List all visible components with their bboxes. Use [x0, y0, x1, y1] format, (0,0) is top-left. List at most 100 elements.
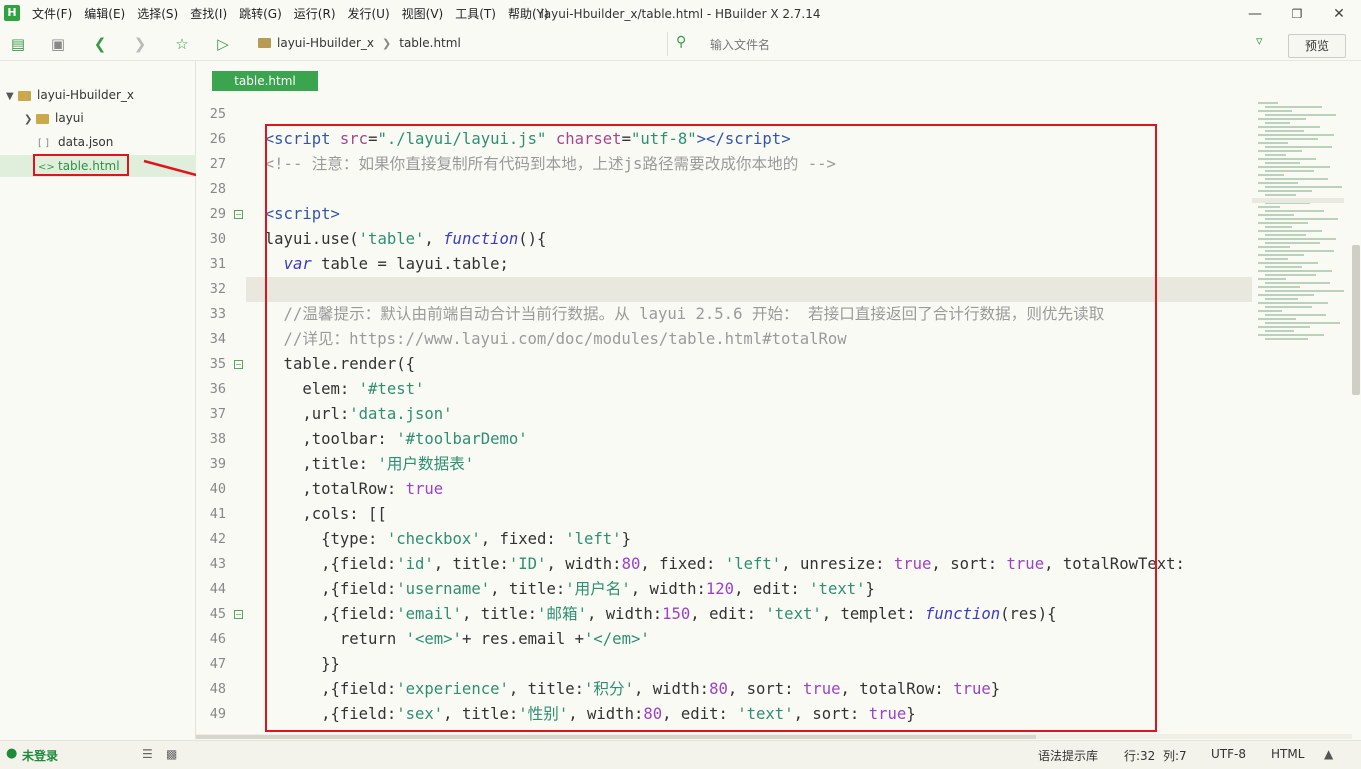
code-line[interactable]: }}	[246, 652, 340, 677]
code-line[interactable]: //详见：https://www.layui.com/doc/modules/t…	[246, 327, 847, 352]
bookmark-star-icon[interactable]: ☆	[172, 34, 192, 54]
filter-icon[interactable]: ▿	[1256, 34, 1263, 49]
minimap-line	[1258, 270, 1332, 272]
menu-find[interactable]: 查找(I)	[184, 0, 233, 28]
line-number: 45	[209, 606, 226, 622]
horizontal-scroll-thumb[interactable]	[196, 735, 1036, 739]
code-line[interactable]: ,{field:'email', title:'邮箱', width:150, …	[246, 602, 1056, 627]
minimap-line	[1265, 314, 1326, 316]
preview-button[interactable]: 预览	[1288, 34, 1346, 58]
restore-icon[interactable]: ❐	[1276, 0, 1318, 28]
encoding[interactable]: UTF-8	[1211, 747, 1246, 761]
menu-goto[interactable]: 跳转(G)	[233, 0, 288, 28]
forward-icon[interactable]: ❯	[130, 34, 150, 54]
menu-tools[interactable]: 工具(T)	[449, 0, 502, 28]
folder-icon	[18, 90, 31, 101]
line-number: 32	[209, 281, 226, 297]
code-line[interactable]: //温馨提示：默认由前端自动合计当前行数据。从 layui 2.5.6 开始： …	[246, 302, 1105, 327]
code-line[interactable]: layui.use('table', function(){	[246, 227, 547, 252]
minimap-line	[1258, 230, 1322, 232]
code-area[interactable]: <script src="./layui/layui.js" charset="…	[246, 96, 1252, 734]
minimap-line	[1265, 330, 1294, 332]
notification-bell-icon[interactable]: ▲	[1324, 747, 1333, 761]
minimap[interactable]	[1252, 96, 1344, 734]
minimap-line	[1265, 250, 1334, 252]
menu-select[interactable]: 选择(S)	[131, 0, 184, 28]
breadcrumb: layui-Hbuilder_x ❯ table.html	[258, 36, 461, 50]
menu-publish[interactable]: 发行(U)	[342, 0, 396, 28]
minimap-line	[1258, 182, 1298, 184]
line-number: 47	[209, 656, 226, 672]
line-number: 43	[209, 556, 226, 572]
vertical-scroll-thumb[interactable]	[1352, 245, 1360, 395]
fold-toggle-icon[interactable]: −	[234, 210, 243, 219]
fold-toggle-icon[interactable]: −	[234, 610, 243, 619]
cursor-position[interactable]: 行:32 列:7	[1124, 747, 1187, 764]
line-number: 38	[209, 431, 226, 447]
minimap-line	[1258, 110, 1292, 112]
line-number: 40	[209, 481, 226, 497]
console-icon[interactable]: ▩	[166, 747, 177, 761]
code-line[interactable]: elem: '#test'	[246, 377, 424, 402]
code-line[interactable]: ,{field:'id', title:'ID', width:80, fixe…	[246, 552, 1194, 577]
code-line[interactable]: <script>	[246, 202, 340, 227]
code-line[interactable]: ,{field:'experience', title:'积分', width:…	[246, 677, 1000, 702]
minimap-line	[1258, 214, 1294, 216]
minimap-line	[1258, 118, 1306, 120]
new-file-icon[interactable]: ▤	[8, 34, 28, 54]
back-icon[interactable]: ❮	[90, 34, 110, 54]
code-line[interactable]: ,totalRow: true	[246, 477, 443, 502]
code-line[interactable]: ,title: '用户数据表'	[246, 452, 474, 477]
tree-item-layui[interactable]: ❯ layui	[0, 107, 219, 129]
save-icon[interactable]: ▣	[48, 34, 68, 54]
close-icon[interactable]: ✕	[1318, 0, 1360, 28]
code-line[interactable]: ,url:'data.json'	[246, 402, 452, 427]
breadcrumb-project[interactable]: layui-Hbuilder_x	[277, 36, 374, 50]
minimap-line	[1265, 194, 1296, 196]
list-icon[interactable]: ☰	[142, 747, 153, 761]
folder-icon	[36, 113, 49, 124]
line-number: 41	[209, 506, 226, 522]
minimap-viewport[interactable]	[1252, 198, 1344, 203]
run-icon[interactable]: ▷	[213, 34, 233, 54]
code-editor[interactable]: 25 26 27 28 29 30 31 32 33 34 35 36 37 3…	[196, 96, 1252, 734]
syntax-library[interactable]: 语法提示库	[1038, 747, 1098, 764]
minimap-line	[1265, 170, 1314, 172]
line-gutter: 25 26 27 28 29 30 31 32 33 34 35 36 37 3…	[196, 96, 243, 734]
login-status[interactable]: 未登录	[22, 747, 58, 764]
minimap-line	[1265, 306, 1312, 308]
code-line[interactable]: var table = layui.table;	[246, 252, 509, 277]
minimap-line	[1265, 218, 1338, 220]
minimap-line	[1265, 106, 1322, 108]
line-number: 44	[209, 581, 226, 597]
menu-file[interactable]: 文件(F)	[26, 0, 78, 28]
language-mode[interactable]: HTML	[1271, 747, 1304, 761]
code-line[interactable]: {type: 'checkbox', fixed: 'left'}	[246, 527, 631, 552]
minimize-icon[interactable]: —	[1234, 0, 1276, 28]
code-line[interactable]: table.render({	[246, 352, 415, 377]
minimap-line	[1258, 134, 1334, 136]
menu-help[interactable]: 帮助(Y)	[502, 0, 555, 28]
search-file-icon: ⚲	[676, 34, 687, 50]
line-number: 26	[209, 131, 226, 147]
code-line[interactable]: ,toolbar: '#toolbarDemo'	[246, 427, 527, 452]
menu-run[interactable]: 运行(R)	[288, 0, 342, 28]
code-line[interactable]: return '<em>'+ res.email +'</em>'	[246, 627, 650, 652]
code-line[interactable]: ,cols: [[	[246, 502, 387, 527]
fold-toggle-icon[interactable]: −	[234, 360, 243, 369]
breadcrumb-file[interactable]: table.html	[399, 36, 461, 50]
code-line[interactable]: <!-- 注意：如果你直接复制所有代码到本地，上述js路径需要改成你本地的 --…	[246, 152, 836, 177]
tree-project-root[interactable]: ▼ layui-Hbuilder_x	[0, 84, 201, 106]
code-line[interactable]: ,{field:'sex', title:'性别', width:80, edi…	[246, 702, 916, 727]
vertical-scrollbar[interactable]	[1352, 96, 1361, 734]
code-line[interactable]: ,{field:'username', title:'用户名', width:1…	[246, 577, 875, 602]
code-line[interactable]: <script src="./layui/layui.js" charset="…	[246, 127, 791, 152]
search-input[interactable]	[708, 35, 1232, 55]
line-number: 27	[209, 156, 226, 172]
menu-view[interactable]: 视图(V)	[396, 0, 450, 28]
minimap-line	[1265, 274, 1316, 276]
menu-edit[interactable]: 编辑(E)	[78, 0, 131, 28]
minimap-line	[1265, 338, 1308, 340]
line-number: 25	[209, 106, 226, 122]
tab-table-html[interactable]: table.html	[212, 71, 318, 91]
